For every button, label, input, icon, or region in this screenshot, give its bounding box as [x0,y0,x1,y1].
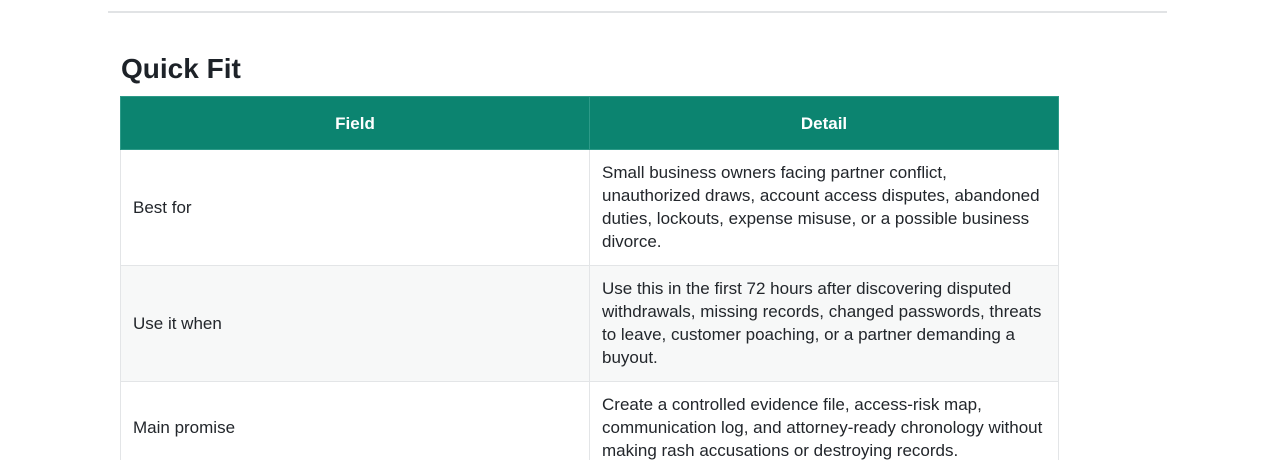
column-header-field: Field [120,96,590,150]
row-detail-cell: Use this in the first 72 hours after dis… [589,265,1059,382]
table-row: Use it when Use this in the first 72 hou… [120,265,1059,382]
section-title: Quick Fit [121,53,241,84]
column-header-detail: Detail [589,96,1059,150]
row-field-cell: Best for [120,149,590,266]
row-detail-cell: Create a controlled evidence file, acces… [589,381,1059,460]
row-detail-cell: Small business owners facing partner con… [589,149,1059,266]
page: Quick Fit Field Detail Best for Small bu… [0,0,1275,460]
row-field-cell: Use it when [120,265,590,382]
table-header-row: Field Detail [120,96,1059,150]
quick-fit-table: Field Detail Best for Small business own… [120,96,1059,460]
table-row: Main promise Create a controlled evidenc… [120,381,1059,460]
row-field-cell: Main promise [120,381,590,460]
table-row: Best for Small business owners facing pa… [120,149,1059,266]
top-divider [108,11,1167,13]
